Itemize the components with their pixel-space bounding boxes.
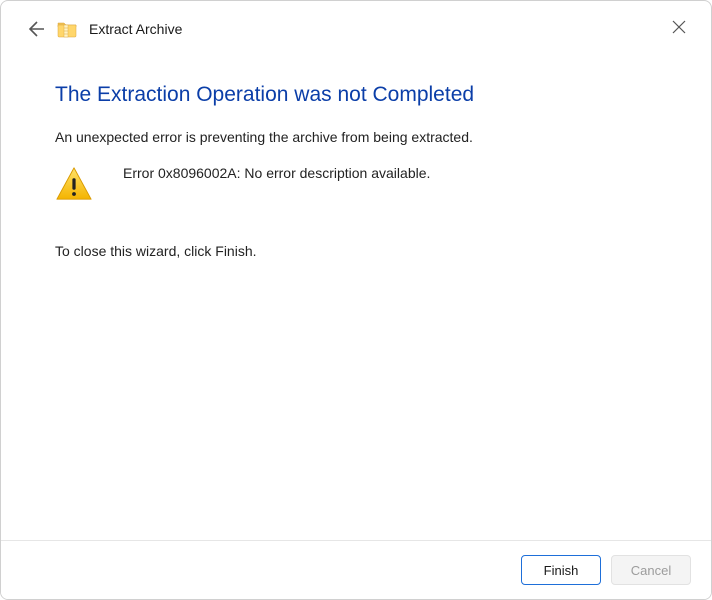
- page-heading: The Extraction Operation was not Complet…: [55, 83, 657, 107]
- back-button[interactable]: [25, 19, 45, 39]
- zip-folder-icon: [57, 20, 77, 38]
- close-icon: [672, 20, 686, 34]
- extract-archive-wizard: Extract Archive The Extraction Operation…: [0, 0, 712, 600]
- error-summary: An unexpected error is preventing the ar…: [55, 129, 657, 145]
- close-button[interactable]: [663, 11, 695, 43]
- warning-icon: [55, 165, 93, 203]
- arrow-left-icon: [26, 20, 44, 38]
- finish-button[interactable]: Finish: [521, 555, 601, 585]
- close-instruction: To close this wizard, click Finish.: [55, 243, 657, 259]
- titlebar: Extract Archive: [1, 1, 711, 57]
- cancel-button: Cancel: [611, 555, 691, 585]
- error-message: Error 0x8096002A: No error description a…: [123, 163, 430, 181]
- window-title: Extract Archive: [89, 21, 182, 37]
- footer: Finish Cancel: [1, 540, 711, 599]
- error-detail-row: Error 0x8096002A: No error description a…: [55, 163, 657, 203]
- content-area: The Extraction Operation was not Complet…: [1, 57, 711, 259]
